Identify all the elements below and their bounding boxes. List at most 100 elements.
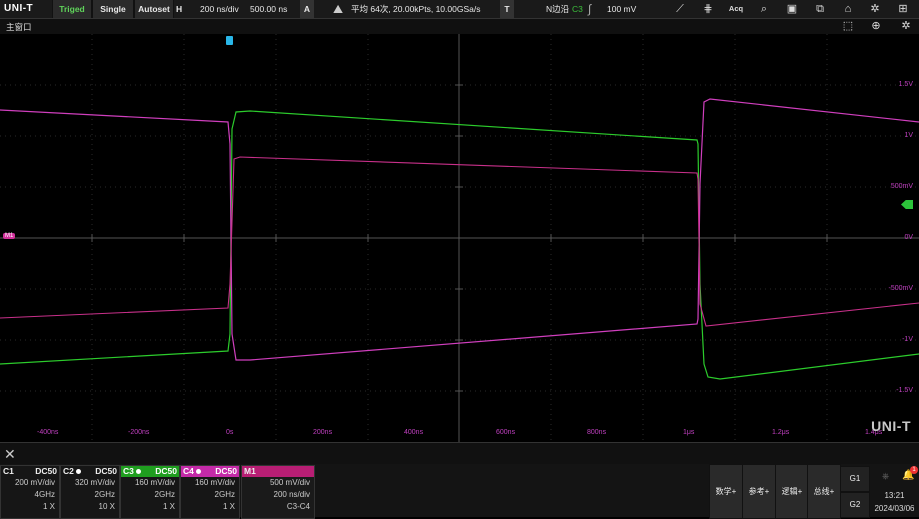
brand-logo: UNI-T [4,3,34,14]
acquire-mode-text[interactable]: 平均 64次, 20.00kPts, 10.00GSa/s [351,0,480,18]
trigger-label[interactable]: T [500,0,514,18]
channel-coupling: DC50 [95,466,117,476]
usb-icon: ⎈ [882,471,890,481]
ref-add-button[interactable]: 参考+ [742,464,776,519]
y-label: 1.5V [898,81,913,88]
y-label: 0V [904,234,913,241]
x-label: -200ns [128,429,150,436]
channel-name: C3 [123,466,134,476]
horizontal-position[interactable]: 500.00 ns [250,0,287,18]
single-button[interactable]: Single [92,0,134,18]
x-label: 1μs [683,429,695,436]
layout-icon[interactable]: ⊞ [895,2,911,16]
rising-edge-icon: ∫ [588,2,592,16]
top-toolbar: UNI-T Triged Single Autoset H 200 ns/div… [0,0,919,19]
waveform-display[interactable]: M1 1.5V 1V 500mV 0V -500mV -1V -1.5V -40… [0,34,919,442]
math-expression: C3-C4 [286,502,310,511]
channel-name: C2 [63,466,74,476]
settings-icon[interactable]: ✲ [867,2,883,16]
screenshot-icon[interactable]: ⧉ [812,2,828,16]
trigger-status-button[interactable]: Triged [52,0,92,18]
channel-coupling: DC50 [155,466,177,476]
channel-bandwidth: 2GHz [94,490,115,499]
trigger-position-marker[interactable] [226,36,233,45]
y-label: 500mV [890,183,913,190]
channel-on-dot [135,469,141,475]
bottom-toolbar: ✕ [0,442,919,465]
acq-button[interactable]: Acq [728,2,744,16]
channel-name: C4 [183,466,194,476]
bus-add-button[interactable]: 总线+ [807,464,841,519]
cursor-icon[interactable]: ⟋ [672,2,688,16]
autoset-button[interactable]: Autoset [134,0,174,18]
channel-probe: 1 X [42,502,55,511]
channel-c1-panel[interactable]: C1 DC50 200 mV/div 4GHz 1 X [0,465,60,519]
channel-coupling: DC50 [215,466,237,476]
math-name: M1 [244,466,256,476]
settings-gear-icon[interactable]: ✲ [898,19,914,33]
channel-probe: 1 X [162,502,175,511]
clear-icon[interactable]: ⌂ [840,2,856,16]
zoom-window-icon[interactable]: ⬚ [840,19,856,33]
x-label: 0s [226,429,234,436]
x-label: 200ns [313,429,333,436]
clock-date: 2024/03/06 [874,504,915,513]
channel-c3-header: C3 DC50 [121,466,179,477]
acquire-mode-icon: ⛰ [333,2,344,16]
trigger-type[interactable]: N边沿 [546,0,569,18]
channel-bandwidth: 2GHz [214,490,235,499]
channel-scale: 200 mV/div [14,478,55,487]
channel-probe: 1 X [222,502,235,511]
math-timebase: 200 ns/div [273,490,310,499]
x-label: -400ns [37,429,59,436]
math-m1-panel[interactable]: M1 500 mV/div 200 ns/div C3-C4 [241,465,315,519]
horizontal-label[interactable]: H [176,0,190,18]
save-icon[interactable]: ▣ [784,2,800,16]
channel-on-dot [75,469,81,475]
channel-bar: C1 DC50 200 mV/div 4GHz 1 X C2 DC50 320 mV… [0,464,919,519]
x-label: 800ns [587,429,607,436]
channel-probe: 10 X [98,502,115,511]
search-icon[interactable]: ⌕ [756,2,772,16]
zoom-icon[interactable]: ⊕ [868,19,884,33]
notification-badge: 1 [910,466,918,474]
close-x-icon[interactable]: ✕ [4,446,16,463]
channel-c2-panel[interactable]: C2 DC50 320 mV/div 2GHz 10 X [60,465,120,519]
acquire-label[interactable]: A [300,0,314,18]
trigger-level[interactable]: 100 mV [607,0,636,18]
brand-watermark: UNI-T [871,418,911,434]
channel-bandwidth: 4GHz [34,490,55,499]
y-label: -500mV [888,285,913,292]
graticule [0,34,919,442]
channel-c3-panel[interactable]: C3 DC50 160 mV/div 2GHz 1 X [120,465,180,519]
x-label: 400ns [404,429,424,436]
channel-c1-header: C1 DC50 [1,466,59,477]
channel-name: C1 [3,466,14,476]
channel-bandwidth: 2GHz [154,490,175,499]
channel-c2-header: C2 DC50 [61,466,119,477]
timebase-value[interactable]: 200 ns/div [200,0,239,18]
status-area: ⎈ 🔔 1 13:21 2024/03/06 [870,464,919,517]
window-titlebar: 主窗口 ⬚ ⊕ ✲ [0,19,919,34]
channel-c4-panel[interactable]: C4 DC50 160 mV/div 2GHz 1 X [180,465,240,519]
math-scale: 500 mV/div [269,478,310,487]
channel-on-dot [195,469,201,475]
trigger-source[interactable]: C3 [572,0,583,18]
math-m1-header: M1 [242,466,314,477]
x-label: 1.2μs [772,429,790,436]
group-g2-button[interactable]: G2 [840,492,870,518]
math-marker[interactable]: M1 [3,233,16,239]
channel-scale: 160 mV/div [134,478,175,487]
y-label: -1V [902,336,913,343]
x-label: 600ns [496,429,516,436]
y-label: -1.5V [896,387,913,394]
y-label: 1V [904,132,913,139]
measure-grid-icon[interactable]: ⋕ [700,2,716,16]
math-add-button[interactable]: 数学+ [709,464,743,519]
clock-time: 13:21 [884,491,905,500]
group-g1-button[interactable]: G1 [840,466,870,492]
logic-add-button[interactable]: 逻辑+ [775,464,809,519]
channel-scale: 160 mV/div [194,478,235,487]
channel-scale: 320 mV/div [74,478,115,487]
channel-c4-header: C4 DC50 [181,466,239,477]
